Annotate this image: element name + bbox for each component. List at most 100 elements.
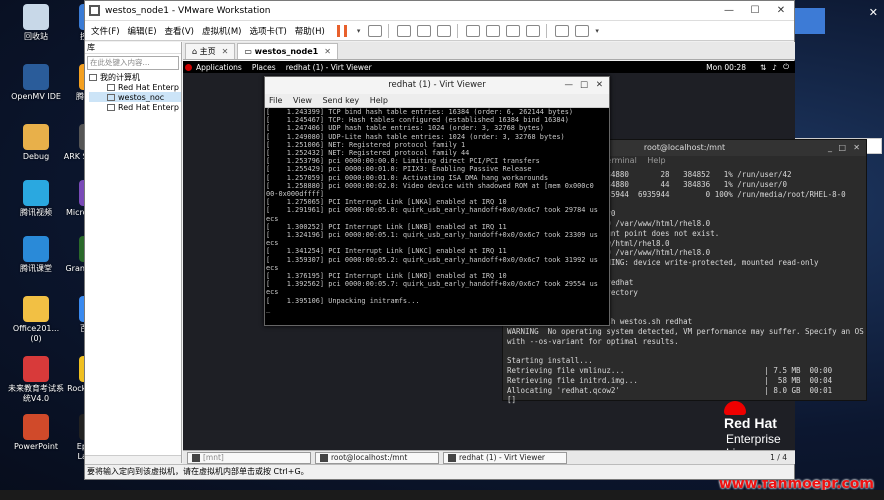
menu-edit[interactable]: 编辑(E) [128, 25, 157, 37]
tree-item-vm[interactable]: Red Hat Enterp [89, 82, 181, 92]
tree-label: Red Hat Enterp [118, 102, 179, 112]
desktop-icon-label: 腾讯课堂 [20, 264, 52, 273]
redhat-hat-icon [724, 401, 746, 415]
minimize-icon[interactable]: — [565, 77, 574, 94]
menu-vm[interactable]: 虚拟机(M) [202, 25, 241, 37]
desktop-icon[interactable]: 腾讯课堂 [6, 236, 66, 274]
tab-label: westos_node1 [254, 47, 319, 56]
desktop-icon-label: 未来教育考试系统V4.0 [8, 384, 64, 403]
menu-file[interactable]: 文件(F) [91, 25, 120, 37]
menu-tabs[interactable]: 选项卡(T) [249, 25, 286, 37]
minimize-icon[interactable]: — [716, 5, 742, 16]
taskbar-item-mnt[interactable]: [mnt] [187, 451, 311, 464]
app-icon [23, 296, 49, 322]
stretch-icon[interactable] [575, 24, 590, 37]
snapshot-icon[interactable] [397, 24, 412, 37]
library-view-icon[interactable] [466, 24, 481, 37]
virt-menu-file[interactable]: File [269, 96, 282, 105]
close-icon[interactable]: ✕ [324, 47, 331, 56]
background-window-edge: ✕ [795, 0, 884, 130]
desktop-icon-label: OpenMV IDE [11, 92, 61, 101]
taskbar-item-virt-viewer[interactable]: redhat (1) - Virt Viewer [443, 451, 567, 464]
desktop-icon[interactable]: OpenMV IDE [6, 64, 66, 102]
minimize-icon[interactable]: _ [828, 140, 832, 156]
brand-line1: Red Hat [724, 415, 777, 431]
library-scrollbar[interactable] [85, 455, 181, 463]
guest-taskbar: [mnt] root@localhost:/mnt redhat (1) - V… [183, 450, 795, 464]
tree-label: westos_noc [118, 92, 165, 102]
tree-label: 我的计算机 [100, 72, 140, 82]
tree-item-vm-selected[interactable]: westos_noc [89, 92, 181, 102]
virt-menu-sendkey[interactable]: Send key [322, 96, 359, 105]
vm-icon: ▭ [244, 47, 255, 56]
guest-console[interactable]: [ 1.243399] TCP bind hash table entries:… [265, 108, 609, 325]
desktop-icon-label: 回收站 [24, 32, 48, 41]
monitor-icon [448, 453, 456, 462]
desktop-icon[interactable]: Office201... (0) [6, 296, 66, 344]
maximize-icon[interactable]: □ [580, 77, 588, 94]
desktop-icon[interactable]: PowerPoint [6, 414, 66, 452]
vmware-titlebar: westos_node1 - VMware Workstation — ☐ ✕ [85, 1, 794, 21]
vmware-window: westos_node1 - VMware Workstation — ☐ ✕ … [84, 0, 867, 480]
revert-snapshot-icon[interactable] [417, 24, 432, 37]
pause-icon[interactable] [336, 24, 347, 37]
folder-icon [192, 453, 200, 462]
close-icon[interactable]: ✕ [768, 5, 794, 16]
fullscreen-icon[interactable] [506, 24, 521, 37]
virt-viewer-window[interactable]: redhat (1) - Virt Viewer — □ ✕ File View… [264, 76, 610, 326]
desktop-icon-label: 腾讯视频 [20, 208, 52, 217]
thumbnail-view-icon[interactable] [486, 24, 501, 37]
redhat-icon [185, 63, 192, 71]
vm-display[interactable]: Applications Places redhat (1) - Virt Vi… [183, 61, 867, 463]
terminal-menu-help[interactable]: Help [647, 156, 665, 165]
desktop-icon[interactable]: Debug [6, 124, 66, 162]
close-icon[interactable]: ✕ [869, 6, 878, 19]
applications-menu[interactable]: Applications [196, 63, 242, 72]
chevron-down-icon[interactable]: ▾ [595, 27, 599, 35]
tree-item-vm[interactable]: Red Hat Enterp [89, 102, 181, 112]
close-icon[interactable]: ✕ [596, 77, 603, 94]
virt-menu-view[interactable]: View [293, 96, 312, 105]
taskbar-label: [mnt] [203, 453, 224, 462]
gnome-topbar: Applications Places redhat (1) - Virt Vi… [183, 61, 795, 73]
maximize-icon[interactable]: ☐ [742, 5, 768, 16]
taskbar-item-terminal[interactable]: root@localhost:/mnt [315, 451, 439, 464]
vm-icon [107, 103, 115, 111]
power-icon[interactable]: ⏻ [783, 62, 789, 72]
network-icon[interactable]: ⇅ [760, 63, 766, 72]
console-view-icon[interactable] [555, 24, 570, 37]
desktop-icon[interactable]: 回收站 [6, 4, 66, 42]
unity-icon[interactable] [526, 24, 541, 37]
app-icon [23, 124, 49, 150]
library-search-input[interactable]: 在此处键入内容... [87, 56, 179, 70]
vm-tabs: ⌂ 主页 ✕ ▭ westos_node1 ✕ [183, 42, 795, 60]
snapshot-manager-icon[interactable] [437, 24, 452, 37]
tab-label: 主页 [199, 47, 216, 56]
app-icon [23, 4, 49, 30]
virt-menu-help[interactable]: Help [370, 96, 388, 105]
tree-item-my-computer[interactable]: 我的计算机 [89, 72, 181, 82]
volume-icon[interactable]: ♪ [772, 63, 777, 72]
clock[interactable]: Mon 00:28 [706, 63, 746, 72]
workspace-pager[interactable]: 1 / 4 [770, 453, 787, 462]
desktop-icon[interactable]: 未来教育考试系统V4.0 [6, 356, 66, 404]
menu-view[interactable]: 查看(V) [165, 25, 194, 37]
desktop-icon-label: PowerPoint [13, 442, 59, 451]
desktop-icon[interactable]: 腾讯视频 [6, 180, 66, 218]
send-ctrl-alt-del-icon[interactable] [368, 24, 383, 37]
window-title: westos_node1 - VMware Workstation [105, 5, 271, 16]
toolbar-separator [388, 23, 390, 38]
app-icon [23, 414, 49, 440]
toolbar-separator [546, 23, 548, 38]
vm-icon [107, 83, 115, 91]
places-menu[interactable]: Places [252, 63, 276, 72]
close-icon[interactable]: ✕ [222, 47, 229, 56]
background-window-tile[interactable] [795, 8, 825, 34]
menu-help[interactable]: 帮助(H) [295, 25, 325, 37]
maximize-icon[interactable]: □ [838, 140, 846, 156]
tab-home[interactable]: ⌂ 主页 ✕ [185, 43, 236, 59]
toolbar-separator [457, 23, 459, 38]
close-icon[interactable]: ✕ [853, 140, 860, 156]
chevron-down-icon[interactable]: ▾ [357, 27, 361, 35]
tab-westos-node1[interactable]: ▭ westos_node1 ✕ [237, 43, 338, 59]
